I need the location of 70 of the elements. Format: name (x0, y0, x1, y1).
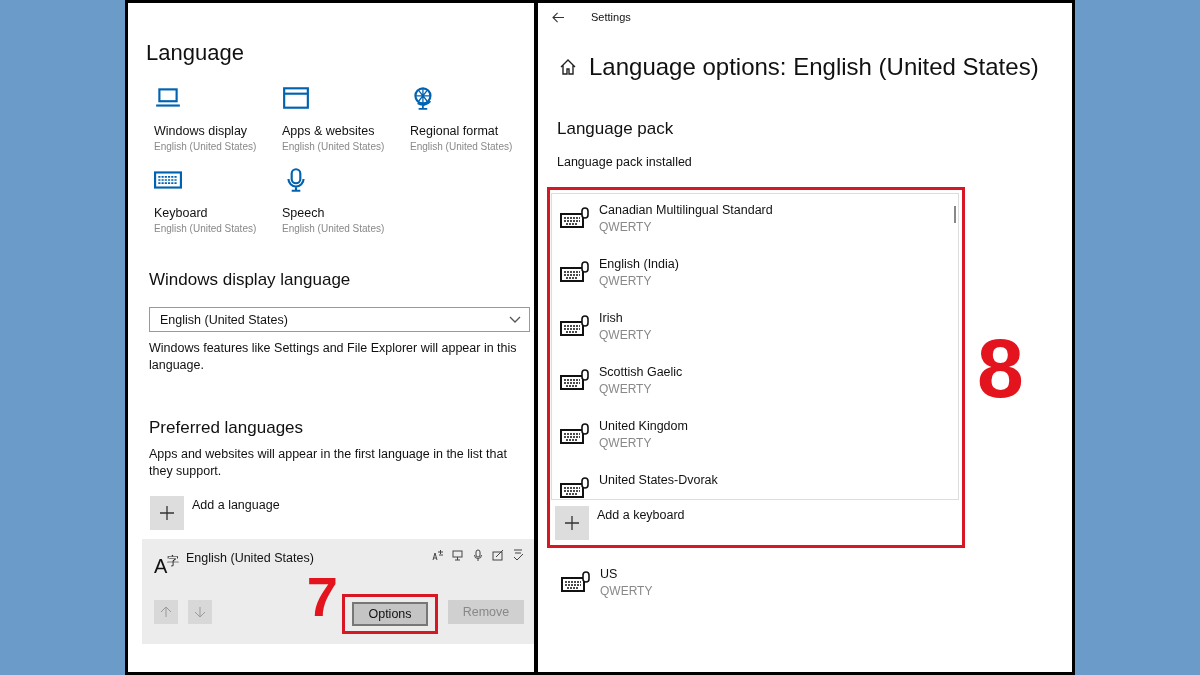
keyboard-icon (560, 261, 590, 283)
tile-value: English (United States) (154, 223, 257, 234)
tile-label: Regional format (410, 124, 499, 138)
section-heading: Windows display language (149, 270, 352, 290)
chevron-down-icon (509, 315, 521, 324)
keyboard-icon (560, 477, 590, 499)
add-button[interactable] (150, 496, 184, 530)
laptop-icon (154, 86, 182, 110)
settings-tile[interactable]: Regional format English (United States) (410, 86, 534, 152)
tile-label: Keyboard (154, 206, 208, 220)
keyboard-name: United Kingdom (599, 419, 688, 433)
keyboard-layout: QWERTY (599, 220, 653, 234)
keyboard-icon (560, 423, 590, 445)
keyboard-name: Irish (599, 311, 624, 325)
back-icon[interactable] (552, 11, 565, 23)
keyboard-name: English (India) (599, 257, 679, 271)
keyboard-layout: QWERTY (599, 328, 652, 342)
home-icon[interactable] (559, 58, 577, 76)
keyboard-layout: QWERTY (599, 436, 653, 450)
tile-label: Speech (282, 206, 325, 220)
annotation-number: 8 (977, 325, 1024, 410)
language-name: English (United States) (186, 551, 314, 565)
settings-tile[interactable]: Apps & websites English (United States) (282, 86, 410, 152)
arrow-up-icon (160, 605, 172, 618)
keyboard-layout: QWERTY (599, 274, 653, 288)
tile-value: English (United States) (282, 141, 385, 152)
status-text: Language pack installed (557, 155, 693, 169)
page-title: Language (146, 40, 245, 66)
annotation-number: 7 (306, 568, 338, 625)
section-heading: Preferred languages (149, 418, 305, 438)
keyboard-icon (154, 168, 182, 192)
app-title: Settings (591, 11, 631, 23)
tile-label: Apps & websites (282, 124, 375, 138)
add-language-link[interactable]: Add a language (192, 498, 280, 512)
microphone-icon (472, 549, 484, 561)
section-heading: Language pack (557, 119, 675, 139)
language-glyph: A$^{字}$ (154, 553, 181, 578)
action-button[interactable]: Options (352, 601, 428, 626)
settings-tile[interactable]: Windows display English (United States) (154, 86, 282, 152)
language-dropdown[interactable]: English (United States) (149, 307, 530, 332)
window-icon (282, 86, 310, 110)
settings-tile[interactable]: Speech English (United States) (282, 168, 410, 234)
pen-icon (492, 549, 504, 561)
scrollbar[interactable] (954, 206, 956, 223)
add-button[interactable] (555, 506, 589, 540)
keyboard-icon (560, 207, 590, 229)
plus-icon (159, 505, 175, 521)
tile-value: English (United States) (154, 141, 257, 152)
keyboard-name: US (600, 567, 619, 581)
keyboard-layout: QWERTY (600, 584, 653, 598)
page-title: Language options: English (United States) (589, 53, 1039, 81)
add-keyboard-link[interactable]: Add a keyboard (597, 508, 685, 522)
display-icon (452, 549, 464, 561)
tile-value: English (United States) (282, 223, 385, 234)
plus-icon (564, 515, 580, 531)
keyboard-icon (560, 315, 590, 337)
description-text: Apps and websites will appear in the first language in the list that they support. (149, 446, 508, 480)
tile-label: Windows display (154, 124, 248, 138)
keyboard-name: United States-Dvorak (599, 473, 718, 487)
keyboard-name: Scottish Gaelic (599, 365, 683, 379)
keyboard-icon (560, 369, 590, 391)
keyboard-name: Canadian Multilingual Standard (599, 203, 773, 217)
tile-value: English (United States) (410, 141, 513, 152)
keyboard-icon (561, 571, 591, 593)
keyboard-layout: QWERTY (599, 382, 653, 396)
description-text: Windows features like Settings and File Explorer will appear in this language. (149, 340, 518, 374)
arrow-down-icon (194, 605, 206, 618)
language-pack-icon (432, 549, 444, 561)
spellcheck-icon (512, 549, 524, 561)
settings-tile[interactable]: Keyboard English (United States) (154, 168, 282, 234)
